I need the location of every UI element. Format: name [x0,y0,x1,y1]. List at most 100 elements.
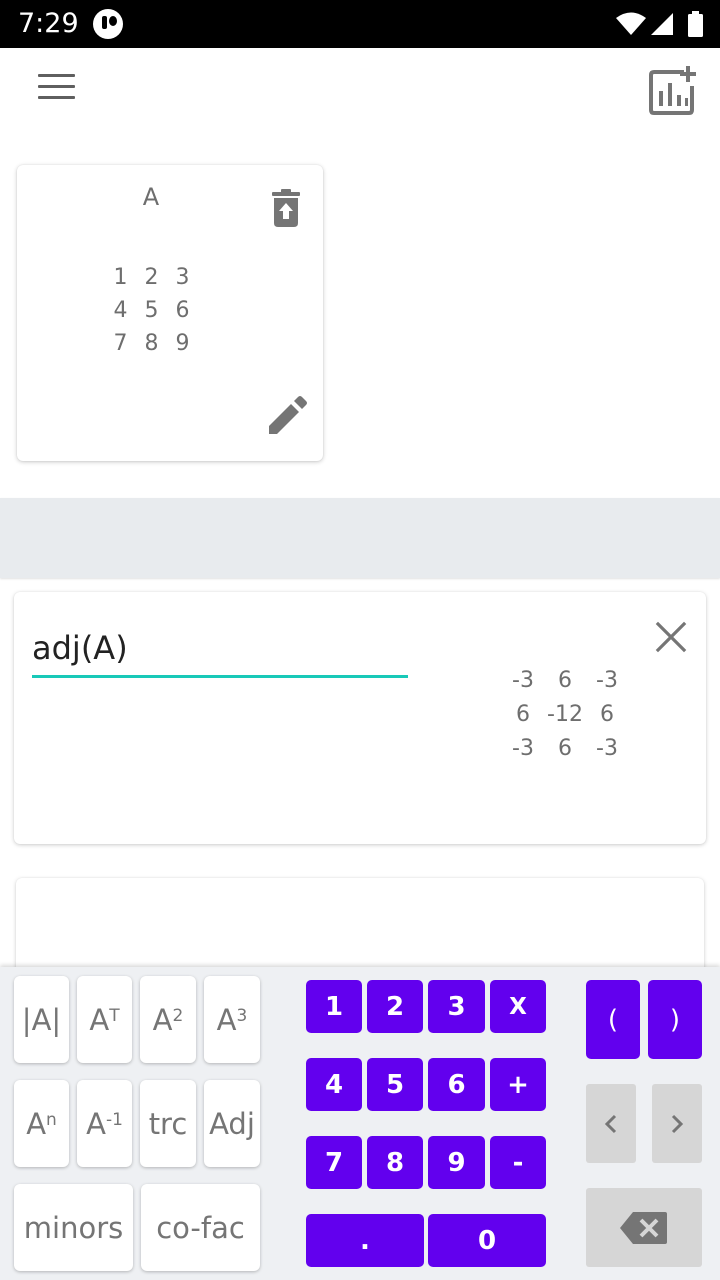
inverse-key-base: A [86,1106,106,1141]
matrix-keyboard: |A| AT A2 A3 An A -1 trc Adj minors co-fa… [0,967,720,1280]
cell-signal-icon [651,13,673,35]
result-cell: -3 [596,668,618,693]
plus-key-label: + [507,1069,529,1100]
result-cell: 6 [516,702,530,727]
key-9-label: 9 [447,1147,466,1178]
matrix-name: A [142,183,160,211]
key-0-label: 0 [477,1225,497,1256]
result-cell: 6 [558,668,572,693]
determinant-key[interactable]: |A| [14,976,69,1063]
decimal-key-label: . [360,1225,370,1256]
matrix-cell: 7 [113,331,128,356]
key-4-label: 4 [324,1069,344,1100]
matrix-cell: 3 [175,265,190,290]
decimal-key[interactable]: . [306,1214,424,1267]
chevron-right-icon [671,1114,684,1133]
trace-key[interactable]: trc [140,1080,196,1167]
minus-key-label: - [512,1147,524,1178]
result-cell: 6 [600,702,614,727]
open-paren-key-label: ( [607,1004,619,1035]
close-paren-key-label: ) [669,1004,681,1035]
key-8-label: 8 [385,1147,405,1178]
wifi-icon [616,12,646,35]
result-cell: -3 [512,668,534,693]
key-6[interactable]: 6 [428,1058,485,1111]
cube-key-base: A [216,1002,237,1037]
key-5[interactable]: 5 [367,1058,423,1111]
battery-icon [688,11,703,37]
square-key-base: A [152,1002,173,1037]
matrix-cell: 8 [144,331,159,356]
matrix-values: 1 2 3 4 5 6 7 8 9 [105,265,198,364]
result-matrix: -3 6 -3 6 -12 6 -3 6 -3 [502,668,628,770]
adjoint-key-label: Adj [209,1106,255,1141]
result-cell: -12 [547,702,583,727]
key-9[interactable]: 9 [428,1136,485,1189]
key-5-label: 5 [385,1069,405,1100]
cube-key-sup: 3 [236,1005,248,1026]
chevron-left-icon [604,1114,617,1133]
square-key[interactable]: A2 [140,976,196,1063]
power-key-sup: n [46,1109,57,1130]
cofactor-key[interactable]: co-fac [141,1184,260,1271]
transpose-key-sup: T [109,1005,120,1026]
minors-key-label: minors [23,1210,124,1245]
determinant-key-label: |A| [21,1002,62,1037]
matrix-cell: 6 [175,298,190,323]
minus-key[interactable]: - [490,1136,546,1189]
menu-icon[interactable] [34,72,78,104]
matrix-cell: 2 [144,265,159,290]
minors-key[interactable]: minors [14,1184,133,1271]
expression-card: -3 6 -3 6 -12 6 -3 6 -3 [14,592,706,844]
key-8[interactable]: 8 [367,1136,423,1189]
cofactor-key-label: co-fac [156,1210,245,1245]
key-1-label: 1 [324,991,344,1022]
key-1[interactable]: 1 [306,980,362,1033]
key-6-label: 6 [447,1069,466,1100]
section-divider [0,498,720,578]
key-2[interactable]: 2 [367,980,423,1033]
edit-icon[interactable] [266,395,308,437]
expression-input[interactable] [32,620,408,678]
cube-key[interactable]: A3 [204,976,260,1063]
key-7-label: 7 [324,1147,344,1178]
add-matrix-icon[interactable] [646,64,702,118]
key-3-label: 3 [447,991,466,1022]
matrix-cell: 9 [175,331,190,356]
status-bar: 7:29 [0,0,720,48]
close-icon[interactable] [654,620,688,654]
backspace-key[interactable] [586,1188,702,1267]
multiply-key[interactable]: X [490,980,546,1033]
multiply-key-label: X [509,993,527,1020]
plus-key[interactable]: + [490,1058,546,1111]
cursor-right-key[interactable] [652,1084,702,1163]
notification-app-icon [93,9,123,39]
key-3[interactable]: 3 [428,980,485,1033]
key-2-label: 2 [385,991,405,1022]
square-key-sup: 2 [172,1005,184,1026]
matrix-cell: 1 [113,265,128,290]
key-0[interactable]: 0 [428,1214,546,1267]
trace-key-label: trc [148,1106,188,1141]
backspace-icon [620,1211,667,1244]
key-7[interactable]: 7 [306,1136,362,1189]
open-paren-key[interactable]: ( [586,980,640,1059]
inverse-key-sup: -1 [105,1109,123,1130]
matrix-cell: 4 [113,298,128,323]
power-key-base: A [26,1106,47,1141]
transpose-key[interactable]: AT [77,976,132,1063]
matrix-card[interactable]: A 1 2 3 4 5 6 7 8 9 [17,165,323,461]
adjoint-key[interactable]: Adj [204,1080,260,1167]
cursor-left-key[interactable] [586,1084,636,1163]
close-paren-key[interactable]: ) [648,980,702,1059]
key-4[interactable]: 4 [306,1058,362,1111]
matrix-cell: 5 [144,298,159,323]
transpose-key-base: A [89,1002,110,1037]
result-cell: -3 [512,736,534,761]
result-cell: -3 [596,736,618,761]
result-cell: 6 [558,736,572,761]
inverse-key[interactable]: A -1 [77,1080,132,1167]
status-time: 7:29 [18,8,79,39]
delete-icon[interactable] [271,189,301,227]
power-key[interactable]: An [14,1080,69,1167]
